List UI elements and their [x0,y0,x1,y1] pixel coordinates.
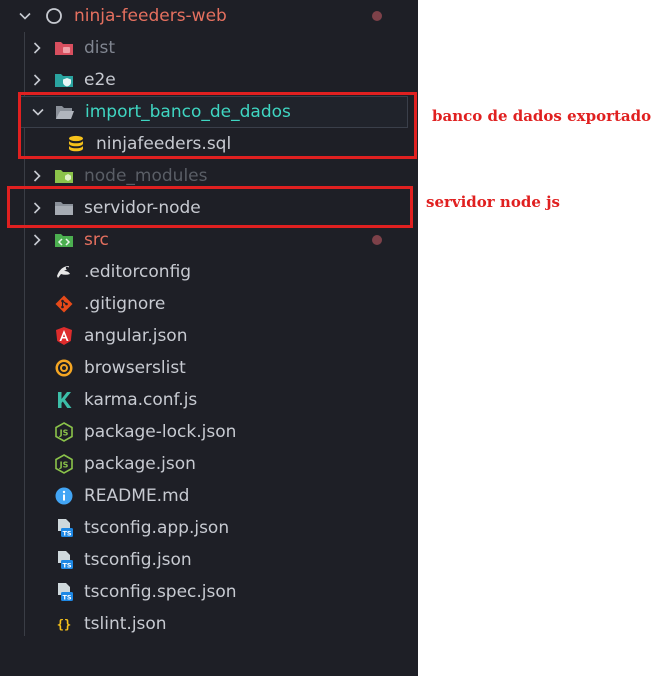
tree-item-tsconfig-app-json[interactable]: TS tsconfig.app.json [0,512,418,544]
tree-item-label: dist [84,38,116,58]
tree-item-label: tsconfig.app.json [84,518,230,538]
tree-item-label: .gitignore [84,294,166,314]
root-folder-row[interactable]: ninja-feeders-web [0,0,418,32]
browserslist-icon [54,358,74,378]
annotation-banco: banco de dados exportado [432,107,652,125]
svg-text:TS: TS [62,593,71,601]
tree-item-label: karma.conf.js [84,390,198,410]
tree-item-label: tsconfig.spec.json [84,582,237,602]
highlight-box-import [18,92,417,159]
tree-item-package-json[interactable]: JS package.json [0,448,418,480]
tree-item-tsconfig-json[interactable]: TS tsconfig.json [0,544,418,576]
tree-item-label: package-lock.json [84,422,237,442]
editorconfig-icon [54,262,74,282]
tsconfig-icon: TS [54,582,74,602]
tree-item-angular-json[interactable]: angular.json [0,320,418,352]
karma-icon [54,390,74,410]
tree-item-tslint-json[interactable]: {}.. tslint.json [0,608,418,640]
tree-item-label: browserslist [84,358,186,378]
nodejs-icon: JS [54,422,74,442]
tree-item-label: package.json [84,454,196,474]
highlight-box-servidor [7,186,413,228]
svg-text:..: .. [60,626,67,633]
tree-item-label: angular.json [84,326,188,346]
folder-node-icon [54,166,74,186]
tsconfig-icon: TS [54,550,74,570]
svg-text:TS: TS [62,529,71,537]
tree-item-gitignore[interactable]: .gitignore [0,288,418,320]
root-folder-label: ninja-feeders-web [74,6,227,26]
tree-item-editorconfig[interactable]: .editorconfig [0,256,418,288]
tree-item-dist[interactable]: dist [0,32,418,64]
tree-item-package-lock-json[interactable]: JS package-lock.json [0,416,418,448]
circle-outline-icon [44,6,64,26]
json-braces-icon: {}.. [54,614,74,634]
tree-item-browserslist[interactable]: browserslist [0,352,418,384]
modified-dot [372,11,382,21]
folder-e2e-icon [54,70,74,90]
tree-item-label: README.md [84,486,190,506]
tree-item-label: node_modules [84,166,208,186]
tsconfig-icon: TS [54,518,74,538]
modified-dot [372,235,382,245]
folder-src-icon [54,230,74,250]
tree-item-src[interactable]: src [0,224,418,256]
tree-item-label: e2e [84,70,116,90]
tree-item-label: src [84,230,109,250]
nodejs-icon: JS [54,454,74,474]
svg-text:JS: JS [59,461,69,470]
svg-text:TS: TS [62,561,71,569]
tree-item-label: tslint.json [84,614,167,634]
tree-item-readme[interactable]: README.md [0,480,418,512]
chevron-right-icon[interactable] [30,41,44,55]
tree-item-label: tsconfig.json [84,550,192,570]
chevron-down-icon[interactable] [18,9,32,23]
svg-text:JS: JS [59,429,69,438]
git-icon [54,294,74,314]
tree-item-tsconfig-spec-json[interactable]: TS tsconfig.spec.json [0,576,418,608]
annotation-servidor: servidor node js [426,193,560,211]
chevron-right-icon[interactable] [30,233,44,247]
tree-item-karma-conf[interactable]: karma.conf.js [0,384,418,416]
folder-dist-icon [54,38,74,58]
chevron-right-icon[interactable] [30,169,44,183]
info-icon [54,486,74,506]
tree-item-label: .editorconfig [84,262,192,282]
chevron-right-icon[interactable] [30,73,44,87]
angular-icon [54,326,74,346]
